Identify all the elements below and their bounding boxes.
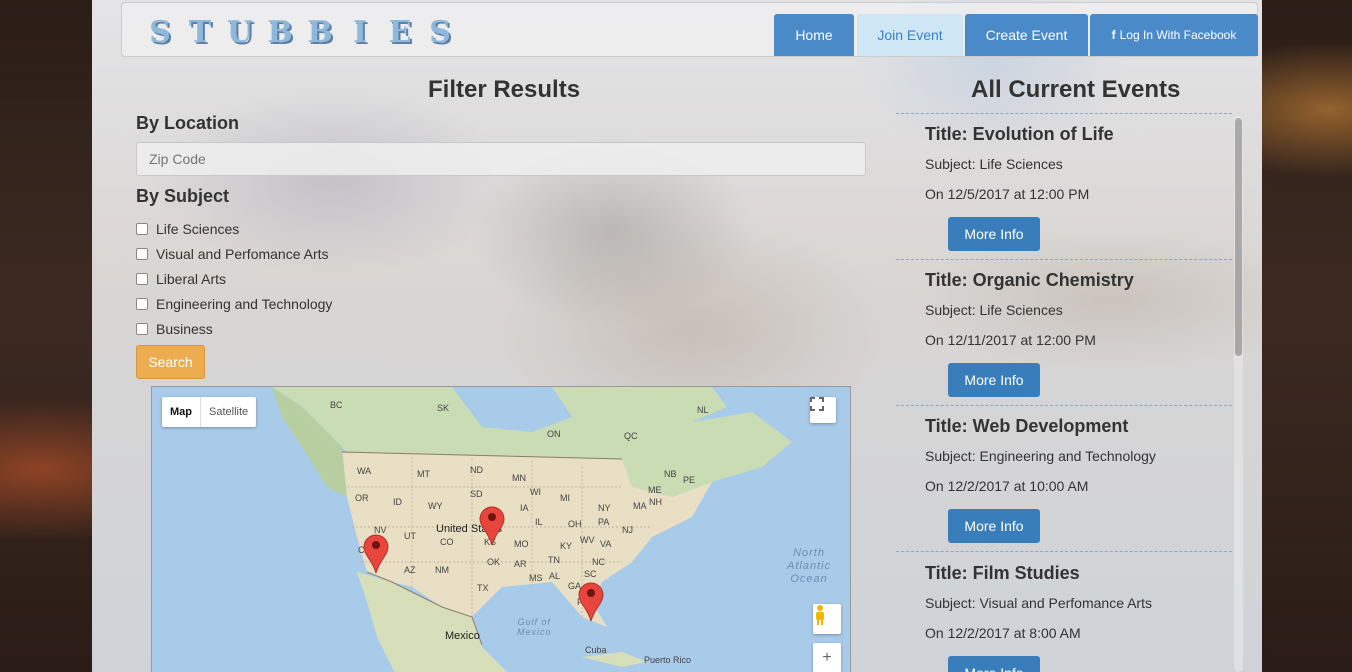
checkbox[interactable]: [136, 297, 148, 310]
zoom-in-button[interactable]: +: [813, 643, 841, 672]
pegman-glyph: [816, 605, 824, 625]
events-map[interactable]: BC SK NL ON QC WA MT ND MN WI MI NB PE M…: [151, 386, 851, 672]
map-type-toggle: Map Satellite: [162, 397, 257, 427]
checkbox[interactable]: [136, 272, 148, 285]
more-info-button[interactable]: More Info: [948, 656, 1040, 672]
subject-option-business[interactable]: Business: [136, 316, 332, 341]
event-card: Title: Organic Chemistry Subject: Life S…: [896, 260, 1232, 406]
fullscreen-icon[interactable]: [810, 397, 836, 423]
events-list: Title: Evolution of Life Subject: Life S…: [896, 113, 1232, 672]
checkbox[interactable]: [136, 222, 148, 235]
by-location-label: By Location: [136, 113, 240, 133]
subject-checkbox-list: Life Sciences Visual and Perfomance Arts…: [136, 216, 332, 341]
filter-results-title: Filter Results: [428, 76, 581, 103]
all-current-events-title: All Current Events: [971, 76, 1181, 103]
checkbox[interactable]: [136, 247, 148, 260]
event-card: Title: Evolution of Life Subject: Life S…: [896, 114, 1232, 260]
brand-letter: S: [149, 15, 171, 50]
brand-letter: S: [429, 15, 451, 50]
facebook-login-button[interactable]: f Log In With Facebook: [1090, 14, 1258, 56]
map-type-map-button[interactable]: Map: [162, 397, 201, 427]
event-card: Title: Web Development Subject: Engineer…: [896, 406, 1232, 552]
more-info-button[interactable]: More Info: [948, 509, 1040, 543]
subject-option-visual-arts[interactable]: Visual and Perfomance Arts: [136, 241, 332, 266]
nav-home-button[interactable]: Home: [774, 14, 854, 56]
brand-letter: I: [352, 15, 368, 50]
brand-letter: T: [188, 15, 212, 50]
brand-logo[interactable]: S T U B B I E S: [140, 15, 460, 50]
event-subject: Subject: Engineering and Technology: [925, 448, 1156, 464]
page-container: S T U B B I E S Home Join Event Create E…: [92, 0, 1262, 672]
event-date: On 12/2/2017 at 10:00 AM: [925, 478, 1089, 494]
event-card: Title: Film Studies Subject: Visual and …: [896, 553, 1232, 672]
map-marker-icon[interactable]: [363, 534, 389, 574]
navbar: S T U B B I E S Home Join Event Create E…: [121, 2, 1258, 57]
brand-letter: U: [226, 15, 254, 50]
events-scrollbar-thumb[interactable]: [1235, 118, 1242, 356]
map-marker-icon[interactable]: [578, 582, 604, 622]
brand-letter: B: [267, 15, 293, 50]
event-title: Title: Organic Chemistry: [925, 270, 1134, 290]
subject-option-life-sciences[interactable]: Life Sciences: [136, 216, 332, 241]
more-info-button[interactable]: More Info: [948, 217, 1040, 251]
subject-option-label: Life Sciences: [156, 220, 240, 237]
by-subject-label: By Subject: [136, 186, 230, 206]
more-info-button[interactable]: More Info: [948, 363, 1040, 397]
event-date: On 12/11/2017 at 12:00 PM: [925, 332, 1096, 348]
nav-join-event-button[interactable]: Join Event: [857, 14, 963, 56]
brand-letter: E: [388, 15, 412, 50]
subject-option-label: Visual and Perfomance Arts: [156, 245, 329, 262]
map-marker-icon[interactable]: [479, 506, 505, 546]
facebook-login-label: Log In With Facebook: [1119, 28, 1237, 42]
facebook-icon: f: [1111, 28, 1116, 42]
fullscreen-glyph: [810, 397, 824, 411]
subject-option-label: Liberal Arts: [156, 270, 227, 287]
subject-option-liberal-arts[interactable]: Liberal Arts: [136, 266, 332, 291]
zip-code-input[interactable]: [136, 142, 866, 176]
event-date: On 12/5/2017 at 12:00 PM: [925, 186, 1090, 202]
event-subject: Subject: Life Sciences: [925, 302, 1063, 318]
event-subject: Subject: Visual and Perfomance Arts: [925, 595, 1152, 611]
event-title: Title: Web Development: [925, 416, 1129, 436]
subject-option-engineering[interactable]: Engineering and Technology: [136, 291, 332, 316]
nav-create-event-button[interactable]: Create Event: [965, 14, 1088, 56]
street-view-pegman-icon[interactable]: [813, 604, 841, 634]
event-date: On 12/2/2017 at 8:00 AM: [925, 625, 1081, 641]
search-button[interactable]: Search: [136, 345, 205, 379]
subject-option-label: Business: [156, 320, 213, 337]
brand-letter: B: [307, 15, 333, 50]
map-markers: [363, 506, 604, 622]
checkbox[interactable]: [136, 322, 148, 335]
event-subject: Subject: Life Sciences: [925, 156, 1063, 172]
event-title: Title: Film Studies: [925, 563, 1080, 583]
event-title: Title: Evolution of Life: [925, 124, 1114, 144]
map-type-satellite-button[interactable]: Satellite: [201, 397, 256, 427]
subject-option-label: Engineering and Technology: [156, 295, 333, 312]
